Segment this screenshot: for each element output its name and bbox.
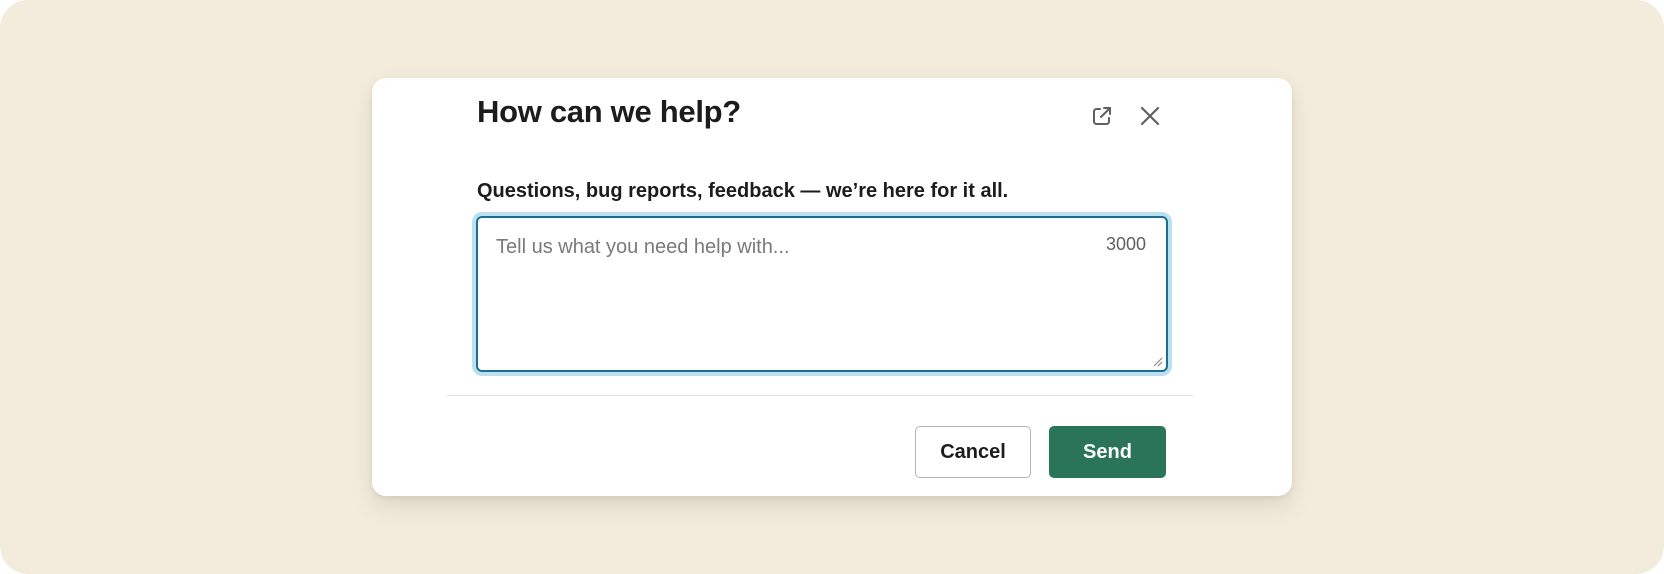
close-button[interactable]	[1132, 98, 1168, 134]
footer-divider	[447, 395, 1193, 396]
dialog-title: How can we help?	[477, 94, 741, 129]
help-dialog: How can we help? Questions, bug reports,…	[372, 78, 1292, 496]
open-in-new-window-button[interactable]	[1084, 98, 1120, 134]
external-link-icon	[1093, 107, 1111, 125]
resize-handle-icon[interactable]	[1151, 355, 1163, 367]
character-limit-counter: 3000	[1105, 234, 1146, 254]
cancel-button[interactable]: Cancel	[915, 426, 1031, 478]
message-textarea-container: 3000	[476, 216, 1168, 372]
close-icon	[1140, 106, 1160, 126]
send-button[interactable]: Send	[1049, 426, 1166, 478]
page-background: How can we help? Questions, bug reports,…	[0, 0, 1664, 574]
message-textarea[interactable]	[478, 218, 1166, 370]
dialog-prompt: Questions, bug reports, feedback — we’re…	[477, 180, 1009, 202]
